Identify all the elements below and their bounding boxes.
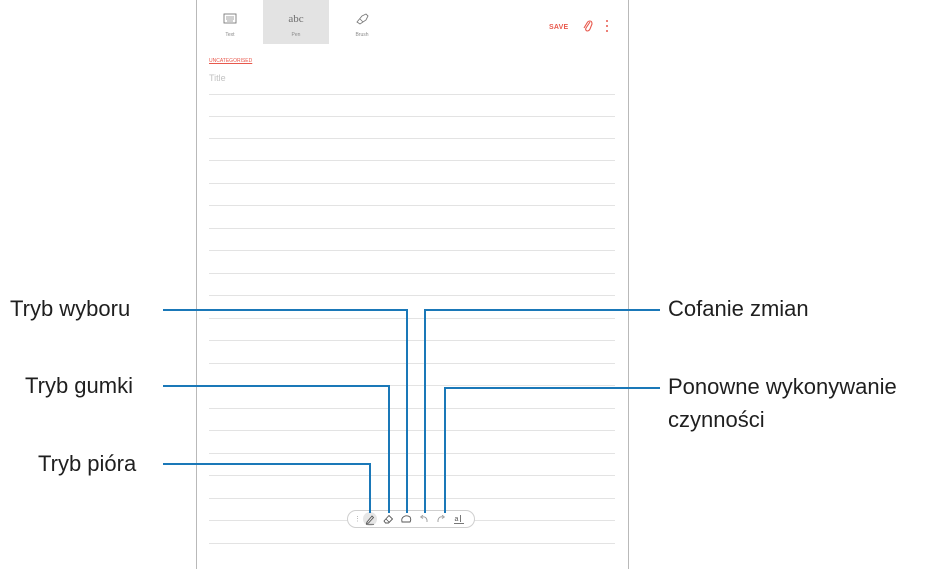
callout-connectors [163, 309, 660, 513]
eraser-connector [163, 385, 390, 513]
callout-redo-line1: Ponowne wykonywanie [668, 374, 897, 399]
callout-undo: Cofanie zmian [668, 296, 809, 321]
callout-selection-mode: Tryb wyboru [10, 296, 131, 321]
callout-pen-mode: Tryb pióra [38, 451, 137, 476]
callout-eraser-mode: Tryb gumki [25, 373, 133, 398]
pen-connector [163, 463, 371, 513]
redo-connector [444, 387, 660, 513]
undo-connector [424, 309, 660, 513]
callout-redo-line2: czynności [668, 407, 765, 432]
